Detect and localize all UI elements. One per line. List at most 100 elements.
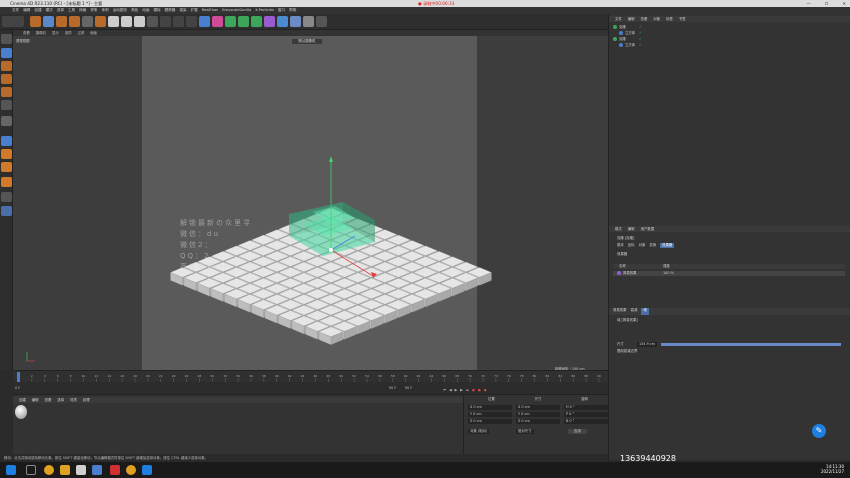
menu-item[interactable]: 动画 — [142, 7, 149, 14]
limit-falloff-checkbox[interactable]: 限制衰减边界 — [617, 349, 637, 354]
coordinate-field[interactable]: Z 0 cm — [516, 419, 560, 424]
close-icon[interactable]: ✕ — [842, 0, 846, 7]
end-frame[interactable]: 90 F — [389, 382, 396, 394]
field-icon[interactable] — [264, 16, 275, 27]
attribute-tab[interactable]: 模式 — [615, 226, 622, 232]
menu-item[interactable]: 文件 — [12, 7, 19, 14]
menu-item[interactable]: 窗口 — [278, 7, 285, 14]
viewport-menu-item[interactable]: 面板 — [90, 30, 97, 36]
attribute-tab[interactable]: 编辑 — [628, 226, 635, 232]
polygons-mode-icon[interactable] — [1, 87, 12, 97]
object-tab[interactable]: 对象 — [653, 16, 660, 22]
workplane-icon[interactable] — [1, 149, 12, 159]
size-slider[interactable] — [661, 343, 841, 346]
attribute-subtab[interactable]: 对象 — [639, 243, 646, 248]
render-view-icon[interactable] — [173, 16, 184, 27]
material-tab[interactable]: 选择 — [57, 397, 64, 403]
menu-item[interactable]: 创建 — [34, 7, 41, 14]
material-tab[interactable]: 创建 — [19, 397, 26, 403]
coordinate-field[interactable]: X 0 cm — [468, 405, 512, 410]
axis-mode-icon[interactable] — [1, 100, 12, 110]
menu-item[interactable]: 选择 — [57, 7, 64, 14]
camera-label[interactable]: 默认摄像机 — [292, 39, 322, 44]
coordinate-field[interactable]: X 0 cm — [516, 405, 560, 410]
menu-item[interactable]: 运动图形 — [113, 7, 127, 14]
z-axis-icon[interactable] — [134, 16, 145, 27]
start-frame[interactable]: 0 F — [15, 382, 20, 394]
maximize-icon[interactable]: ☐ — [825, 0, 829, 7]
world-coord-icon[interactable] — [147, 16, 158, 27]
menu-item[interactable]: 工具 — [68, 7, 75, 14]
tweak-mode-icon[interactable] — [1, 116, 12, 126]
edges-mode-icon[interactable] — [1, 74, 12, 84]
object-tab[interactable]: 查看 — [641, 16, 648, 22]
light-icon[interactable] — [303, 16, 314, 27]
sculpt-icon[interactable] — [1, 192, 12, 202]
scene-icon[interactable] — [277, 16, 288, 27]
app-icon[interactable] — [76, 465, 86, 475]
visibility-check-icon[interactable]: ✓ — [639, 37, 642, 42]
menu-item[interactable]: GreyscaleGorilla — [222, 7, 251, 14]
visibility-check-icon[interactable]: ✓ — [639, 43, 642, 48]
explorer-icon[interactable] — [60, 465, 70, 475]
recorder-icon[interactable] — [142, 465, 152, 475]
object-tab[interactable]: 书签 — [679, 16, 686, 22]
coordinate-field[interactable]: H 0 ° — [564, 405, 608, 410]
coordinate-field[interactable]: Y 0 cm — [516, 412, 560, 417]
rotate-icon[interactable] — [69, 16, 80, 27]
object-tab[interactable]: 编辑 — [628, 16, 635, 22]
taskbar-clock[interactable]: 14:11:30 2022/11/27 — [821, 464, 844, 474]
material-swatch[interactable] — [15, 405, 27, 419]
material-tab[interactable]: 材质 — [70, 397, 77, 403]
object-row[interactable]: 立方体 ✓ — [619, 31, 839, 36]
render-settings-icon[interactable] — [186, 16, 197, 27]
menu-item[interactable]: RealFlow — [202, 7, 218, 14]
attribute-subtab[interactable]: 变换 — [649, 243, 656, 248]
menu-item[interactable]: X-Particles — [255, 7, 274, 14]
menu-item[interactable]: 扩展 — [191, 7, 198, 14]
coordinate-icon[interactable] — [95, 16, 106, 27]
attribute-subtab[interactable]: 效果器 — [660, 243, 675, 248]
points-mode-icon[interactable] — [1, 61, 12, 71]
viewport-menu-item[interactable]: 显示 — [52, 30, 59, 36]
timeline[interactable]: 0246810121416182022242628303234363840424… — [13, 370, 608, 382]
attribute-subtab[interactable]: 坐标 — [628, 243, 635, 248]
chat-icon[interactable]: ✎ — [812, 424, 826, 438]
cloner-icon[interactable] — [238, 16, 249, 27]
render-region-icon[interactable] — [160, 16, 171, 27]
menu-item[interactable]: 模拟 — [153, 7, 160, 14]
material-tab[interactable]: 编辑 — [32, 397, 39, 403]
cinema4d-icon[interactable] — [92, 465, 102, 475]
pen-icon[interactable] — [212, 16, 223, 27]
subdivision-icon[interactable] — [225, 16, 236, 27]
menu-item[interactable]: 编辑 — [23, 7, 30, 14]
size-mode-select[interactable]: 绝对尺寸 — [516, 429, 534, 434]
apply-button[interactable]: 应用 — [568, 429, 587, 434]
attribute-subtab[interactable]: 基本 — [617, 243, 624, 248]
camera-icon[interactable] — [290, 16, 301, 27]
x-axis-icon[interactable] — [108, 16, 119, 27]
object-tab[interactable]: 文件 — [615, 16, 622, 22]
viewport-menu-item[interactable]: 过滤 — [78, 30, 85, 36]
select-icon[interactable] — [30, 16, 41, 27]
menu-item[interactable]: 样条 — [90, 7, 97, 14]
menu-item[interactable]: 网格 — [79, 7, 86, 14]
material-tab[interactable]: 查看 — [45, 397, 52, 403]
playhead[interactable] — [17, 372, 20, 382]
menu-item[interactable]: 体积 — [102, 7, 109, 14]
object-row[interactable]: 克隆 ✓ — [613, 25, 839, 30]
current-frame[interactable]: 90 F — [405, 382, 412, 394]
effector-row[interactable]: 简易效果 100 % — [613, 271, 845, 276]
search-icon[interactable] — [26, 465, 36, 475]
visibility-check-icon[interactable]: ✓ — [639, 25, 642, 30]
menu-item[interactable]: 模式 — [46, 7, 53, 14]
effector-subtab[interactable]: 域 — [641, 308, 649, 315]
menu-item[interactable]: 跟踪器 — [165, 7, 176, 14]
object-row[interactable]: 立方体 ✓ — [619, 43, 839, 48]
cube-icon[interactable] — [199, 16, 210, 27]
effector-subtab[interactable]: 衰减 — [631, 308, 638, 315]
perspective-viewport[interactable] — [13, 36, 608, 370]
coordinate-field[interactable]: Y 0 cm — [468, 412, 512, 417]
model-mode-icon[interactable] — [1, 34, 12, 44]
locked-workplane-icon[interactable] — [1, 162, 12, 172]
